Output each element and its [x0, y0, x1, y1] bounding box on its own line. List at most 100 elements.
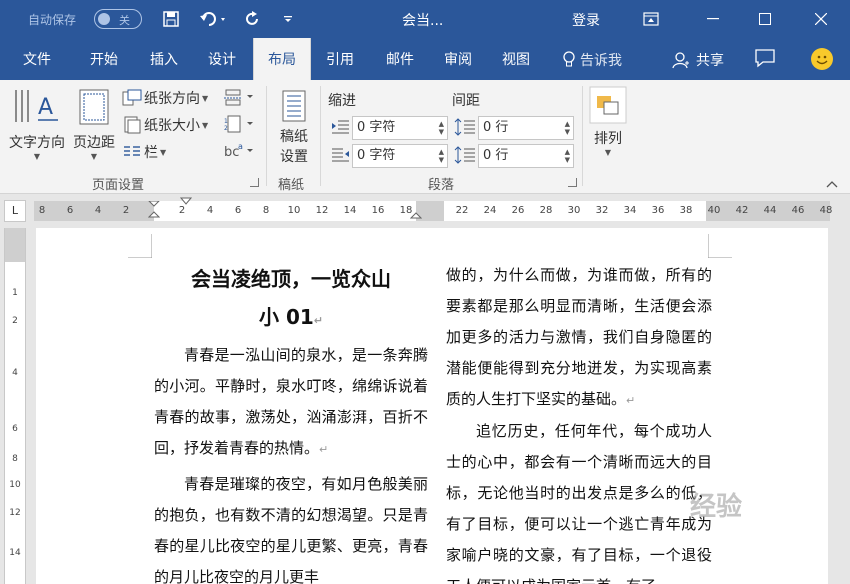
columns-button[interactable]: 栏 ▼ [122, 142, 166, 162]
arrange-button[interactable]: 排列 ▼ [588, 86, 628, 157]
spinner-arrows-icon[interactable]: ▲ ▼ [439, 120, 444, 136]
indent-left-value: 0 字符 [357, 120, 396, 135]
heading-line2-text: 小 01 [258, 305, 314, 329]
spinner-arrows-icon[interactable]: ▲ ▼ [565, 120, 570, 136]
ribbon-display-options-icon[interactable] [628, 0, 674, 38]
ruler-number: 2 [122, 205, 130, 216]
ruler-number: 8 [38, 205, 46, 216]
breaks-button[interactable] [224, 88, 256, 110]
v-ruler-number: 4 [12, 368, 18, 378]
text-column-left[interactable]: 会当凌绝顶，一览众山 小 01↵ 青春是一泓山间的泉水，是一条奔腾的小河。平静时… [154, 264, 428, 584]
dialog-launcher-icon[interactable] [250, 178, 259, 187]
ruler-number: 32 [595, 205, 609, 216]
ruler-number: 8 [262, 205, 270, 216]
indent-left-input[interactable]: 0 字符 ▲ ▼ [352, 116, 448, 140]
indent-marker-icon[interactable] [148, 201, 160, 221]
breaks-icon [224, 89, 253, 106]
right-indent-marker-icon[interactable] [410, 209, 422, 223]
tab-design[interactable]: 设计 [194, 38, 250, 80]
first-line-indent-icon[interactable] [180, 197, 192, 207]
spacing-after-input[interactable]: 0 行 ▲ ▼ [478, 144, 574, 168]
paragraph-mark-icon: ↵ [626, 394, 636, 407]
ruler-number: 24 [483, 205, 497, 216]
v-ruler-number: 6 [12, 424, 18, 434]
ruler-number: 42 [735, 205, 749, 216]
tab-mailings[interactable]: 邮件 [372, 38, 428, 80]
margins-button[interactable]: 页边距 ▼ [70, 86, 118, 161]
autosave-toggle[interactable]: 关 [94, 9, 142, 29]
tab-view[interactable]: 视图 [488, 38, 544, 80]
ruler-number: 48 [819, 205, 833, 216]
autosave-label: 自动保存 [28, 13, 77, 27]
comments-icon[interactable] [754, 48, 776, 72]
paragraph-text: 青春是璀璨的夜空，有如月色般美丽的抱负，也有数不清的幻想渴望。只是青春的星儿比夜… [154, 475, 428, 584]
draft-group-label: 稿纸 [278, 178, 305, 193]
indent-right-input[interactable]: 0 字符 ▲ ▼ [352, 144, 448, 168]
lightbulb-icon [563, 51, 575, 67]
spinner-arrows-icon[interactable]: ▲ ▼ [439, 148, 444, 164]
paragraph-mark-icon: ↵ [313, 314, 323, 327]
tell-me-box[interactable]: 告诉我 [562, 50, 622, 70]
document-page[interactable]: 会当凌绝顶，一览众山 小 01↵ 青春是一泓山间的泉水，是一条奔腾的小河。平静时… [36, 228, 828, 584]
draft-settings-button[interactable]: 稿纸 设置 [274, 90, 314, 166]
redo-icon[interactable] [242, 8, 264, 30]
tab-home[interactable]: 开始 [76, 38, 132, 80]
ruler-number: 26 [511, 205, 525, 216]
arrange-icon [589, 86, 627, 124]
ruler-number: 40 [707, 205, 721, 216]
orientation-button[interactable]: 纸张方向 ▼ [122, 88, 208, 108]
customize-qat-icon[interactable] [278, 8, 298, 30]
dialog-launcher-icon[interactable] [568, 178, 577, 187]
document-heading-line2: 小 01↵ [154, 302, 428, 336]
text-direction-label: 文字方向 [9, 135, 65, 151]
text-direction-button[interactable]: A 文字方向 ▼ [6, 86, 68, 161]
minimize-icon[interactable] [690, 0, 736, 38]
ruler-number: 6 [66, 205, 74, 216]
paragraph-group-label: 段落 [428, 178, 455, 193]
draft-paper-icon [282, 90, 306, 122]
horizontal-ruler[interactable]: 8 6 4 2 2 4 6 8 10 12 14 16 18 22 24 26 … [34, 197, 832, 223]
save-icon[interactable] [160, 8, 182, 30]
spacing-label: 间距 [452, 93, 480, 109]
paragraph-mark-icon: ↵ [319, 443, 329, 456]
line-numbers-button[interactable]: 12 [224, 115, 256, 137]
vertical-ruler[interactable]: 1 2 4 6 8 10 12 14 [4, 228, 26, 584]
orientation-icon [122, 89, 142, 106]
indent-label: 缩进 [328, 93, 356, 109]
document-heading: 会当凌绝顶，一览众山 [191, 267, 391, 291]
tab-layout[interactable]: 布局 [253, 38, 311, 80]
v-ruler-number: 1 [12, 288, 18, 298]
ruler-number: 38 [679, 205, 693, 216]
line-numbers-icon: 12 [224, 115, 253, 133]
tab-references[interactable]: 引用 [312, 38, 368, 80]
tell-me-label: 告诉我 [580, 53, 622, 69]
crop-mark-icon [708, 234, 732, 258]
svg-text:2: 2 [224, 125, 228, 132]
tab-file[interactable]: 文件 [8, 38, 66, 80]
feedback-smiley-icon[interactable] [811, 48, 833, 70]
indent-right-icon [332, 148, 349, 162]
group-separator [266, 86, 267, 186]
ruler-number: 30 [567, 205, 581, 216]
margins-label: 页边距 [73, 135, 115, 151]
group-separator [582, 86, 583, 186]
hyphenation-button[interactable]: bc a [224, 142, 256, 164]
text-column-right[interactable]: 做的，为什么而做，为谁而做，所有的要素都是那么明显而清晰，生活便会添加更多的活力… [446, 260, 712, 584]
tab-selector[interactable]: L [4, 200, 26, 222]
maximize-icon[interactable] [742, 0, 788, 38]
watermark-logo: 经验 [690, 492, 743, 522]
spacing-before-input[interactable]: 0 行 ▲ ▼ [478, 116, 574, 140]
svg-text:a: a [238, 142, 243, 151]
title-bar: 自动保存 关 会当... 登录 [0, 0, 850, 38]
close-icon[interactable] [798, 0, 844, 38]
tab-review[interactable]: 审阅 [430, 38, 486, 80]
collapse-ribbon-icon[interactable] [826, 176, 838, 192]
undo-icon[interactable] [196, 8, 232, 30]
login-button[interactable]: 登录 [572, 10, 600, 30]
share-button[interactable]: 共享 [672, 50, 724, 70]
ruler-number: 44 [763, 205, 777, 216]
size-button[interactable]: 纸张大小 ▼ [122, 115, 208, 135]
tab-insert[interactable]: 插入 [136, 38, 192, 80]
ruler-number: 4 [94, 205, 102, 216]
spinner-arrows-icon[interactable]: ▲ ▼ [565, 148, 570, 164]
